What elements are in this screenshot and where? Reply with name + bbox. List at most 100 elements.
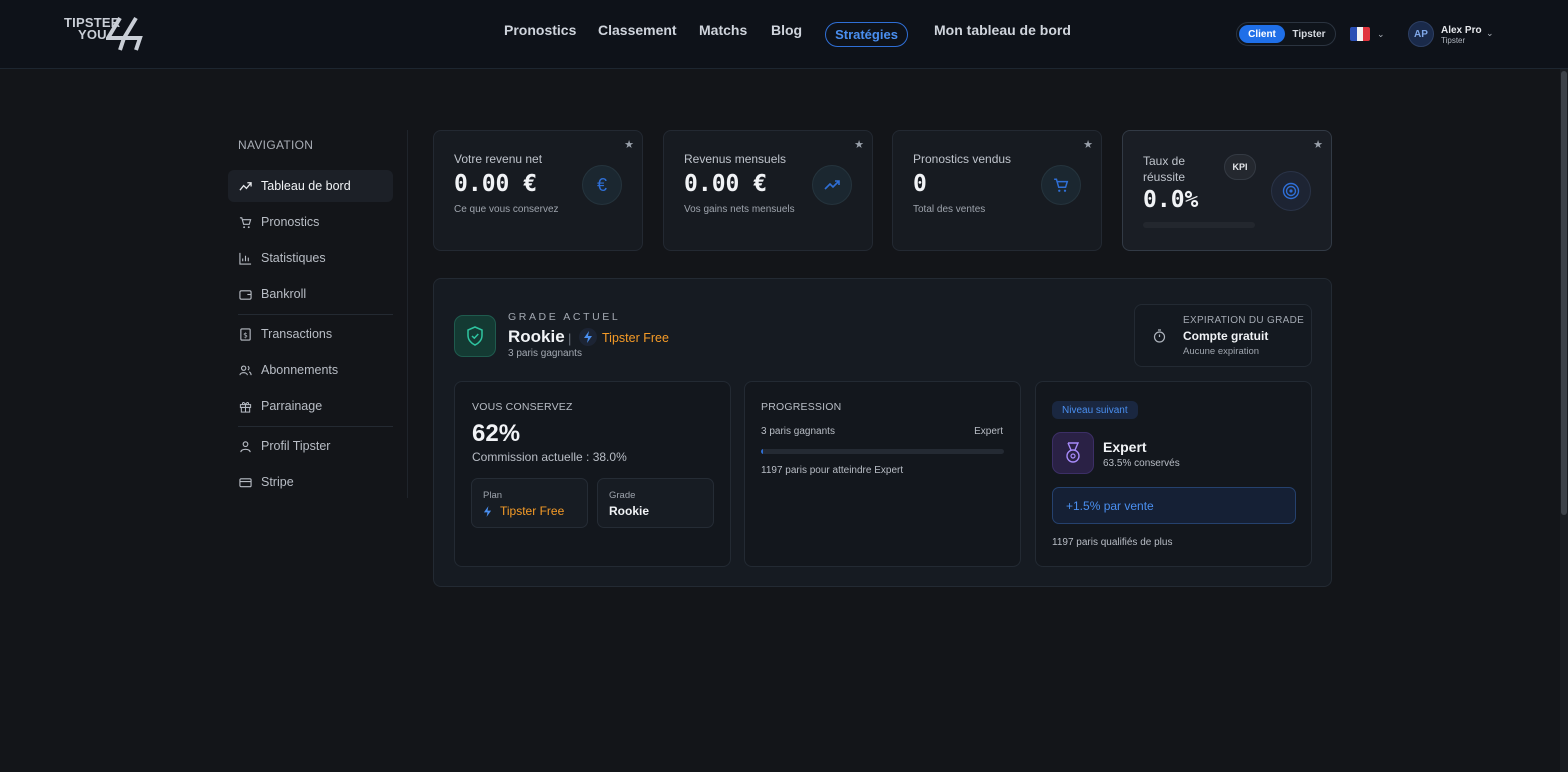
kpi-label: Revenus mensuels <box>684 152 787 166</box>
dollar-receipt-icon: $ <box>238 327 252 341</box>
sidebar-item-tableau-de-bord[interactable]: Tableau de bord <box>228 170 393 202</box>
sidebar-item-label: Bankroll <box>261 287 307 301</box>
bar-chart-icon <box>238 251 252 265</box>
sidebar-item-label: Transactions <box>261 327 333 341</box>
kpi-label: Pronostics vendus <box>913 152 1012 166</box>
user-icon <box>238 439 252 453</box>
kpi-badge: KPI <box>1224 154 1256 180</box>
kpi-card-success-rate: ★ Taux de réussite KPI 0.0% <box>1122 130 1332 251</box>
sidebar-item-label: Stripe <box>261 475 294 489</box>
lightning-icon <box>579 328 597 346</box>
users-icon <box>238 363 252 377</box>
role-toggle: Client Tipster <box>1236 22 1336 46</box>
gift-icon <box>238 399 252 413</box>
next-level-qualified: 1197 paris qualifiés de plus <box>1052 537 1173 548</box>
next-level-name: Expert <box>1103 439 1147 455</box>
sidebar-item-statistiques[interactable]: Statistiques <box>228 242 393 274</box>
sidebar-item-abonnements[interactable]: Abonnements <box>228 354 393 386</box>
sidebar-item-label: Tableau de bord <box>261 179 351 193</box>
scrollbar[interactable] <box>1560 69 1568 772</box>
sidebar: NAVIGATION Tableau de bord Pronostics St… <box>228 130 408 498</box>
plan-value: Tipster Free <box>500 504 565 518</box>
next-level-pill: Niveau suivant <box>1052 401 1138 419</box>
nav-pronostics[interactable]: Pronostics <box>504 22 576 38</box>
logo-line2: YOU <box>78 27 107 42</box>
star-icon[interactable]: ★ <box>854 138 864 151</box>
top-bar: TIPSTER YOU Pronostics Classement Matchs… <box>0 0 1568 69</box>
sidebar-item-label: Pronostics <box>261 215 320 229</box>
trending-up-icon <box>238 179 252 193</box>
grade-name: Rookie <box>508 327 565 346</box>
plan-value-row: Tipster Free <box>483 504 564 518</box>
kpi-value: 0.00 € <box>684 171 768 197</box>
keep-card: VOUS CONSERVEZ 62% Commission actuelle :… <box>454 381 731 567</box>
role-tipster-button[interactable]: Tipster <box>1285 25 1333 43</box>
grade-plan: Tipster Free <box>602 331 669 345</box>
expiration-title: EXPIRATION DU GRADE <box>1183 315 1305 326</box>
progression-bar <box>761 449 1004 454</box>
nav-strategies[interactable]: Stratégies <box>825 22 908 47</box>
logo[interactable]: TIPSTER YOU <box>64 14 148 54</box>
kpi-label-line2: réussite <box>1143 170 1186 184</box>
nav-blog[interactable]: Blog <box>771 22 802 38</box>
separator: | <box>568 331 572 346</box>
user-chevron-down-icon[interactable]: ⌄ <box>1486 28 1494 39</box>
grade-value: Rookie <box>609 504 650 518</box>
logo-mark-icon <box>106 16 143 51</box>
kpi-value: 0.0% <box>1143 187 1199 213</box>
kpi-value: 0 <box>913 171 927 197</box>
sidebar-item-profil-tipster[interactable]: Profil Tipster <box>228 430 393 462</box>
user-role: Tipster <box>1441 36 1466 45</box>
lightning-icon <box>483 505 492 517</box>
progression-current: 3 paris gagnants <box>761 426 835 437</box>
progression-card: PROGRESSION 3 paris gagnants Expert 1197… <box>744 381 1021 567</box>
svg-text:$: $ <box>243 330 248 339</box>
keep-percent: 62% <box>472 420 521 447</box>
sidebar-item-label: Abonnements <box>261 363 339 377</box>
medal-icon <box>1052 432 1094 474</box>
kpi-card-sold-predictions: ★ Pronostics vendus 0 Total des ventes <box>892 130 1102 251</box>
sidebar-item-bankroll[interactable]: Bankroll <box>228 278 393 310</box>
star-icon[interactable]: ★ <box>1313 138 1323 151</box>
star-icon[interactable]: ★ <box>1083 138 1093 151</box>
grade-label: Grade <box>609 490 636 501</box>
avatar[interactable]: AP <box>1408 21 1434 47</box>
kpi-label: Taux de réussite <box>1143 153 1185 185</box>
kpi-card-monthly-revenue: ★ Revenus mensuels 0.00 € Vos gains nets… <box>663 130 873 251</box>
sidebar-item-transactions[interactable]: $ Transactions <box>228 318 393 350</box>
role-client-button[interactable]: Client <box>1239 25 1285 43</box>
kpi-subtitle: Total des ventes <box>913 204 986 215</box>
next-level-card: Niveau suivant Expert 63.5% conservés +1… <box>1035 381 1312 567</box>
sidebar-item-label: Statistiques <box>261 251 326 265</box>
commission-text: Commission actuelle : 38.0% <box>472 450 627 464</box>
progression-bar-fill <box>761 449 763 454</box>
kpi-subtitle: Vos gains nets mensuels <box>684 204 795 215</box>
timer-icon <box>1153 329 1166 348</box>
language-chevron-down-icon[interactable]: ⌄ <box>1377 29 1385 40</box>
euro-icon: € <box>582 165 622 205</box>
star-icon[interactable]: ★ <box>624 138 634 151</box>
cart-icon <box>1041 165 1081 205</box>
grade-mini-card: Grade Rookie <box>597 478 714 528</box>
kpi-label-line1: Taux de <box>1143 154 1186 168</box>
grade-expiration-card: EXPIRATION DU GRADE Compte gratuit Aucun… <box>1134 304 1312 367</box>
plan-label: Plan <box>483 490 503 501</box>
keep-title: VOUS CONSERVEZ <box>472 401 573 413</box>
expiration-note: Aucune expiration <box>1183 346 1260 357</box>
kpi-card-net-revenue: ★ Votre revenu net 0.00 € Ce que vous co… <box>433 130 643 251</box>
sidebar-divider <box>238 426 393 427</box>
sidebar-item-parrainage[interactable]: Parrainage <box>228 390 393 422</box>
user-name: Alex Pro <box>1441 25 1482 36</box>
sidebar-item-pronostics[interactable]: Pronostics <box>228 206 393 238</box>
trending-up-icon <box>812 165 852 205</box>
nav-dashboard[interactable]: Mon tableau de bord <box>934 22 1071 38</box>
plan-mini-card: Plan Tipster Free <box>471 478 588 528</box>
scrollbar-thumb[interactable] <box>1561 71 1567 515</box>
shield-check-icon <box>454 315 496 357</box>
progression-note: 1197 paris pour atteindre Expert <box>761 465 904 476</box>
nav-matchs[interactable]: Matchs <box>699 22 747 38</box>
grade-wins: 3 paris gagnants <box>508 348 582 359</box>
nav-classement[interactable]: Classement <box>598 22 677 38</box>
fr-flag-icon[interactable] <box>1350 27 1370 41</box>
sidebar-item-stripe[interactable]: Stripe <box>228 466 393 498</box>
